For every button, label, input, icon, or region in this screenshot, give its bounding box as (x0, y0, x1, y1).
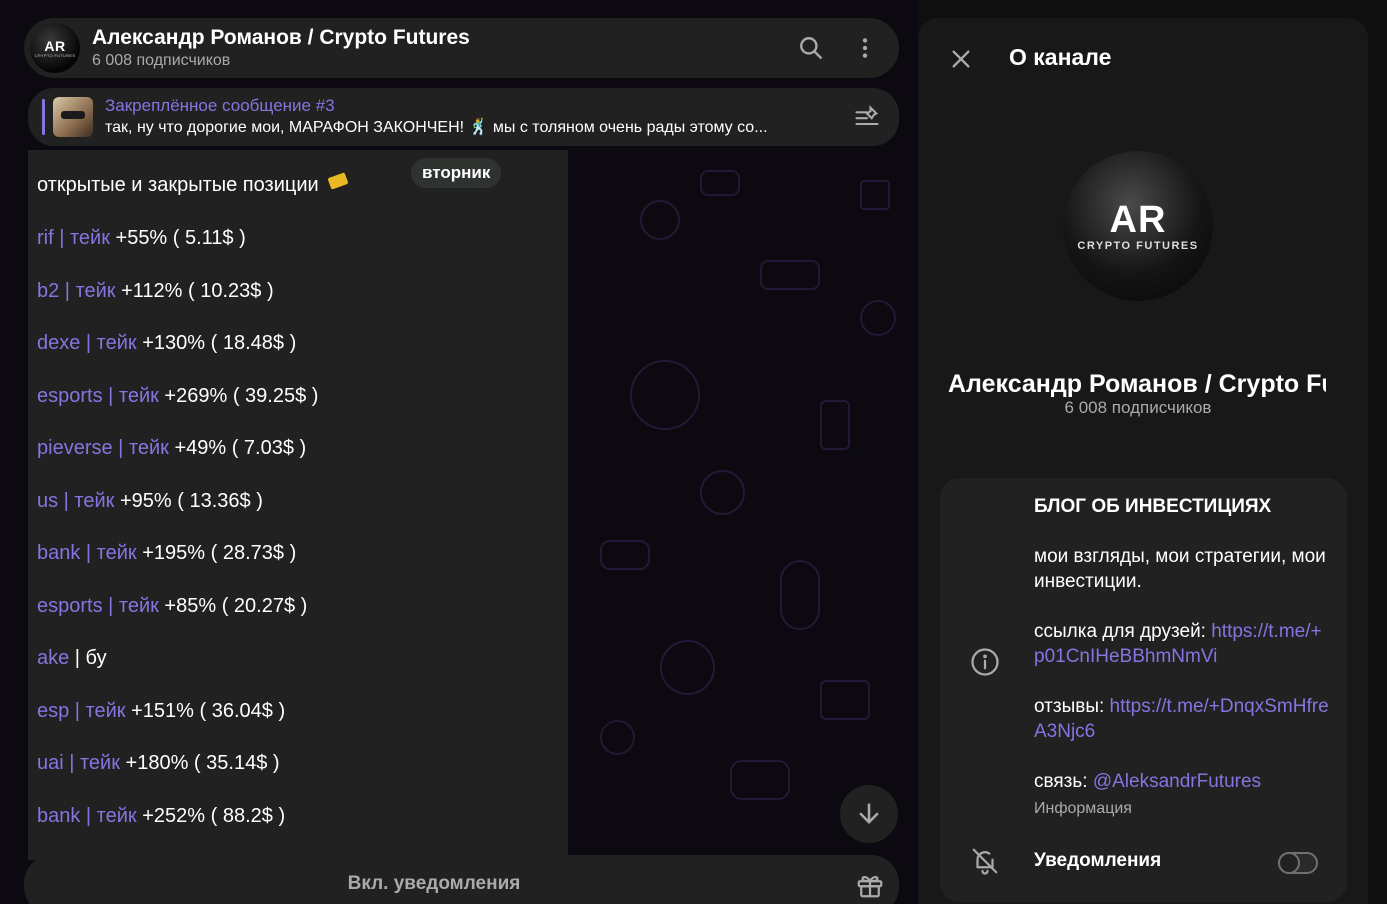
position-result: +151% ( 36.04$ ) (125, 700, 286, 722)
channel-subscribers: 6 008 подписчиков (1064, 398, 1212, 417)
position-line: bank | тейк +252% ( 88.2$ ) (37, 803, 285, 829)
arrow-down-icon (859, 803, 879, 824)
pinned-thumbnail (53, 97, 93, 137)
info-button (968, 645, 1002, 679)
position-line: esports | тейк +85% ( 20.27$ ) (37, 593, 307, 619)
position-line: bank | тейк +195% ( 28.73$ ) (37, 540, 296, 566)
position-line: b2 | тейк +112% ( 10.23$ ) (37, 278, 274, 304)
message-header: открытые и закрытые позиции (37, 172, 349, 198)
contact-link[interactable]: @AleksandrFutures (1093, 771, 1261, 792)
message-header-text: открытые и закрытые позиции (37, 174, 319, 196)
position-line: pieverse | тейк +49% ( 7.03$ ) (37, 435, 306, 461)
position-result: +252% ( 88.2$ ) (136, 805, 286, 827)
avatar-large-subtext: CRYPTO FUTURES (1077, 240, 1199, 252)
position-ticker-link[interactable]: esports | тейк (37, 595, 159, 617)
money-emoji-icon (327, 172, 349, 190)
pinned-text: так, ну что дорогие мои, МАРАФОН ЗАКОНЧЕ… (105, 119, 768, 136)
position-result: | бу (69, 647, 107, 669)
position-ticker-link[interactable]: uai | тейк (37, 752, 120, 774)
pinned-message-bar[interactable]: Закреплённое сообщение #3 так, ну что до… (28, 88, 899, 146)
friends-label: ссылка для друзей: (1034, 621, 1212, 642)
position-line: ake | бу (37, 645, 107, 671)
channel-description: БЛОГ ОБ ИНВЕСТИЦИЯХ мои взгляды, мои стр… (1034, 494, 1329, 794)
reviews-link-row: отзывы: https://t.me/+DnqxSmHfreA3Njc6 (1034, 694, 1329, 744)
panel-title: О канале (1009, 44, 1112, 70)
position-result: +55% ( 5.11$ ) (109, 227, 246, 249)
avatar-text: AR (44, 37, 66, 54)
position-result: +180% ( 35.14$ ) (119, 752, 280, 774)
subscriber-count: 6 008 подписчиков (92, 52, 231, 69)
close-panel-button[interactable] (944, 42, 978, 76)
position-line: esp | тейк +151% ( 36.04$ ) (37, 698, 285, 724)
info-card: БЛОГ ОБ ИНВЕСТИЦИЯХ мои взгляды, мои стр… (940, 478, 1347, 902)
position-ticker-link[interactable]: us | тейк (37, 490, 114, 512)
position-ticker-link[interactable]: esp | тейк (37, 700, 126, 722)
more-vertical-icon (862, 38, 868, 58)
pinned-texts: Закреплённое сообщение #3 так, ну что до… (105, 95, 833, 139)
bell-off-icon (972, 848, 998, 875)
position-ticker-link[interactable]: b2 | тейк (37, 280, 116, 302)
gift-button[interactable] (850, 865, 890, 904)
position-ticker-link[interactable]: bank | тейк (37, 542, 137, 564)
position-line: esports | тейк +269% ( 39.25$ ) (37, 383, 318, 409)
description-heading: БЛОГ ОБ ИНВЕСТИЦИЯХ (1034, 496, 1272, 517)
reviews-label: отзывы: (1034, 696, 1110, 717)
channel-avatar[interactable]: AR CRYPTO FUTURES (30, 23, 80, 73)
position-result: +85% ( 20.27$ ) (158, 595, 308, 617)
position-result: +95% ( 13.36$ ) (114, 490, 263, 512)
pinned-indicator (42, 99, 45, 135)
position-ticker-link[interactable]: ake (37, 647, 69, 669)
channel-title: Александр Романов / Crypto Futures (92, 26, 470, 49)
avatar-subtext: CRYPTO FUTURES (34, 52, 76, 58)
pinned-list-button[interactable] (847, 97, 887, 137)
position-ticker-link[interactable]: pieverse | тейк (37, 437, 169, 459)
pin-list-icon (855, 105, 879, 126)
toggle-knob (1278, 852, 1300, 874)
notifications-toggle[interactable] (1278, 852, 1318, 874)
description-body: мои взгляды, мои стратегии, мои инвестиц… (1034, 546, 1326, 592)
contact-row: связь: @AleksandrFutures (1034, 769, 1329, 794)
channel-info-panel: О канале AR CRYPTO FUTURES Александр Ром… (918, 18, 1368, 904)
position-ticker-link[interactable]: esports | тейк (37, 385, 159, 407)
position-ticker-link[interactable]: dexe | тейк (37, 332, 137, 354)
notifications-icon-wrap (968, 844, 1002, 878)
search-icon (800, 37, 822, 59)
position-line: dexe | тейк +130% ( 18.48$ ) (37, 330, 296, 356)
unmute-button[interactable]: Вкл. уведомления (24, 855, 844, 904)
position-ticker-link[interactable]: rif | тейк (37, 227, 110, 249)
scroll-down-button[interactable] (840, 785, 898, 843)
bottom-bar: Вкл. уведомления (24, 855, 899, 904)
search-button[interactable] (791, 28, 831, 68)
position-line: rif | тейк +55% ( 5.11$ ) (37, 225, 246, 251)
more-button[interactable] (845, 28, 885, 68)
avatar-large-text: AR (1109, 199, 1167, 241)
position-line: us | тейк +95% ( 13.36$ ) (37, 488, 263, 514)
position-result: +269% ( 39.25$ ) (158, 385, 319, 407)
gift-icon (857, 876, 883, 898)
position-result: +195% ( 28.73$ ) (136, 542, 297, 564)
channel-avatar-large[interactable]: AR CRYPTO FUTURES (1063, 151, 1213, 301)
friends-link-row: ссылка для друзей: https://t.me/+p01CnIH… (1034, 619, 1329, 669)
pinned-title: Закреплённое сообщение #3 (105, 96, 335, 115)
position-result: +49% ( 7.03$ ) (168, 437, 307, 459)
position-result: +112% ( 10.23$ ) (115, 280, 274, 302)
channel-name: Александр Романов / Crypto Futures (948, 370, 1326, 398)
day-chip: вторник (411, 158, 502, 188)
telegram-app: AR CRYPTO FUTURES Александр Романов / Cr… (0, 0, 1387, 904)
position-result: +130% ( 18.48$ ) (136, 332, 297, 354)
info-caption: Информация (1034, 800, 1132, 817)
position-ticker-link[interactable]: bank | тейк (37, 805, 137, 827)
contact-label: связь: (1034, 771, 1093, 792)
chat-header[interactable]: AR CRYPTO FUTURES Александр Романов / Cr… (24, 18, 899, 78)
notifications-label[interactable]: Уведомления (1034, 850, 1161, 872)
close-icon (952, 50, 970, 68)
position-line: uai | тейк +180% ( 35.14$ ) (37, 750, 280, 776)
header-text[interactable]: Александр Романов / Crypto Futures 6 008… (92, 25, 777, 71)
info-icon (971, 648, 999, 676)
